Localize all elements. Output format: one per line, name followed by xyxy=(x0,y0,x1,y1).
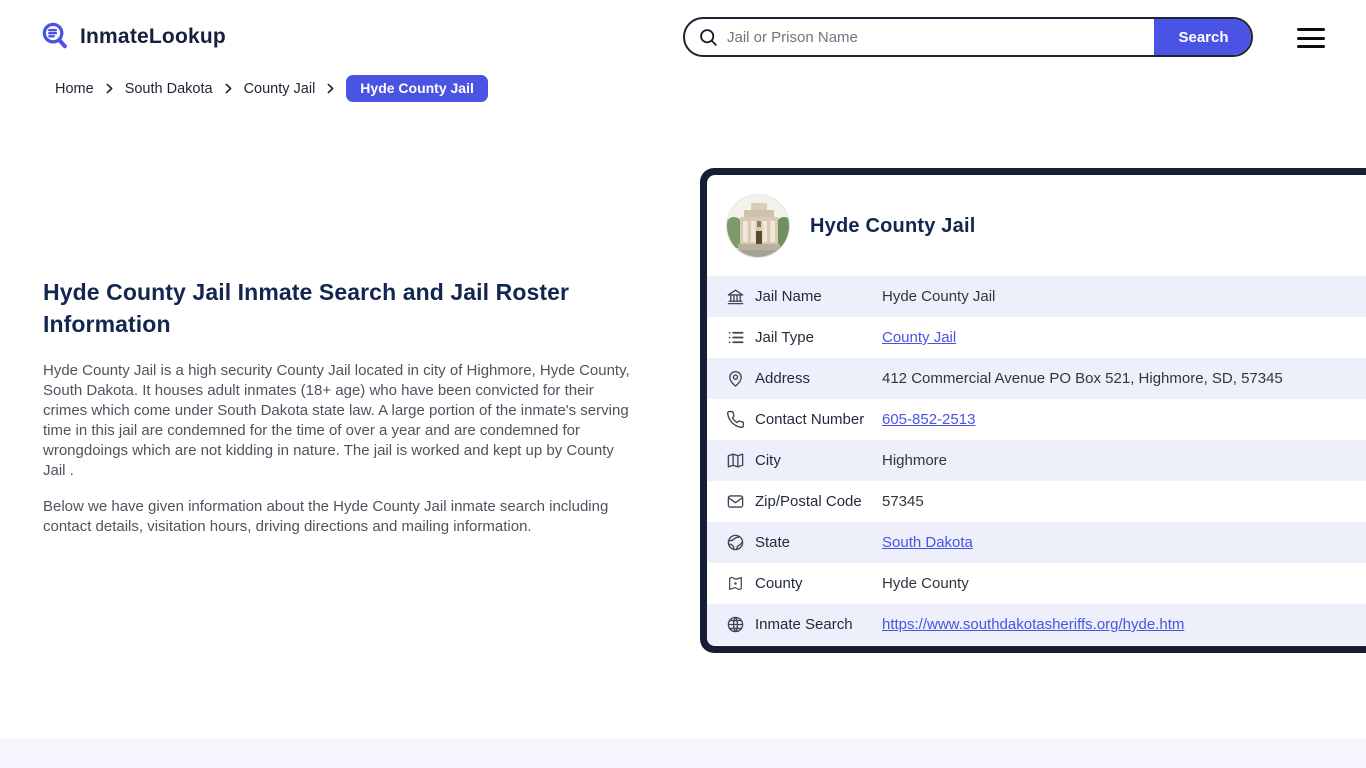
row-contact-number: Contact Number 605-852-2513 xyxy=(707,399,1366,440)
row-zip-code: Zip/Postal Code 57345 xyxy=(707,481,1366,522)
article-column: Hyde County Jail Inmate Search and Jail … xyxy=(43,276,637,537)
state-link[interactable]: South Dakota xyxy=(882,534,973,551)
phone-icon xyxy=(726,410,746,430)
card-header: Hyde County Jail xyxy=(707,175,1366,276)
chevron-right-icon xyxy=(222,82,235,95)
info-paragraph: Below we have given information about th… xyxy=(43,498,609,535)
map-pin-icon xyxy=(726,369,746,389)
breadcrumb-home[interactable]: Home xyxy=(55,81,94,97)
search-bar: Search xyxy=(683,17,1253,57)
search-button[interactable]: Search xyxy=(1154,19,1251,55)
footer-strip xyxy=(0,739,1366,768)
search-icon xyxy=(698,27,719,48)
breadcrumb-current-badge[interactable]: Hyde County Jail xyxy=(346,75,488,102)
list-icon xyxy=(726,328,746,348)
menu-hamburger-icon[interactable] xyxy=(1297,28,1325,48)
row-inmate-search: Inmate Search https://www.southdakotashe… xyxy=(707,604,1366,645)
chevron-right-icon xyxy=(103,82,116,95)
jail-info-card: Hyde County Jail Jail Name Hyde County J… xyxy=(700,168,1366,653)
row-state: State South Dakota xyxy=(707,522,1366,563)
breadcrumb: Home South Dakota County Jail Hyde Count… xyxy=(55,75,488,102)
inmate-search-link[interactable]: https://www.southdakotasheriffs.org/hyde… xyxy=(882,616,1184,633)
mail-icon xyxy=(726,492,746,512)
contact-number-link[interactable]: 605-852-2513 xyxy=(882,411,975,428)
jail-details-table: Jail Name Hyde County Jail Jail Type Cou… xyxy=(707,276,1366,645)
map-icon xyxy=(726,451,746,471)
logo-text: InmateLookup xyxy=(80,24,226,48)
site-logo[interactable]: InmateLookup xyxy=(40,21,226,52)
row-jail-type: Jail Type County Jail xyxy=(707,317,1366,358)
row-address: Address 412 Commercial Avenue PO Box 521… xyxy=(707,358,1366,399)
search-input[interactable] xyxy=(719,19,1154,55)
jail-type-link[interactable]: County Jail xyxy=(882,329,956,346)
row-county: County Hyde County xyxy=(707,563,1366,604)
chevron-right-icon xyxy=(324,82,337,95)
jail-photo xyxy=(726,194,790,258)
magnifier-logo-icon xyxy=(40,21,71,52)
page-title: Hyde County Jail Inmate Search and Jail … xyxy=(43,279,570,337)
jail-card-title: Hyde County Jail xyxy=(810,214,976,237)
globe-icon xyxy=(726,533,746,553)
intro-paragraph: Hyde County Jail is a high security Coun… xyxy=(43,362,630,479)
breadcrumb-state[interactable]: South Dakota xyxy=(125,81,213,97)
row-jail-name: Jail Name Hyde County Jail xyxy=(707,276,1366,317)
county-flag-icon xyxy=(726,574,746,594)
globe-grid-icon xyxy=(726,615,746,635)
row-city: City Highmore xyxy=(707,440,1366,481)
bank-icon xyxy=(726,287,746,307)
breadcrumb-jail-type[interactable]: County Jail xyxy=(244,81,316,97)
